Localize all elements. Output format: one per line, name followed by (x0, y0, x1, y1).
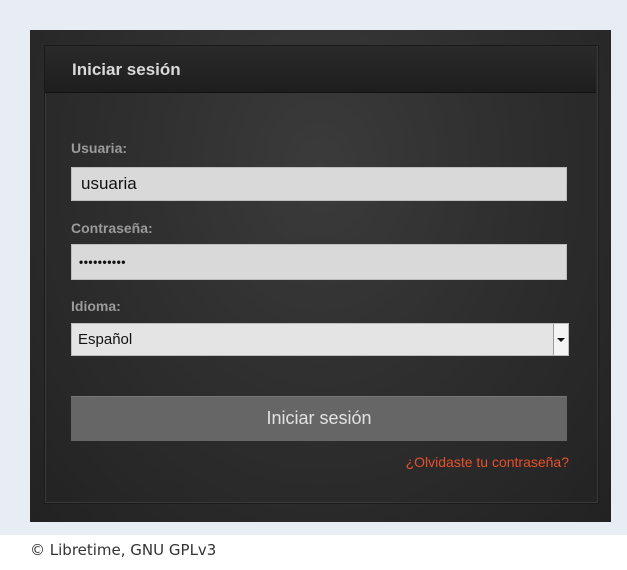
forgot-password-link[interactable]: ¿Olvidaste tu contraseña? (406, 454, 569, 470)
chevron-down-icon[interactable] (553, 324, 568, 355)
language-select[interactable]: Español (71, 323, 569, 356)
username-label: Usuaria: (71, 140, 128, 156)
language-select-value: Español (78, 331, 133, 348)
screenshot-frame: Iniciar sesión Usuaria: Contraseña: ••••… (0, 0, 627, 535)
image-caption: © Libretime, GNU GPLv3 (30, 541, 217, 559)
username-input[interactable] (71, 167, 567, 201)
login-panel: Iniciar sesión Usuaria: Contraseña: ••••… (30, 30, 611, 522)
login-title: Iniciar sesión (72, 60, 181, 79)
password-input[interactable]: •••••••••• (71, 244, 567, 280)
language-label: Idioma: (71, 298, 121, 314)
password-label: Contraseña: (71, 220, 153, 236)
login-submit-button[interactable]: Iniciar sesión (71, 396, 567, 441)
